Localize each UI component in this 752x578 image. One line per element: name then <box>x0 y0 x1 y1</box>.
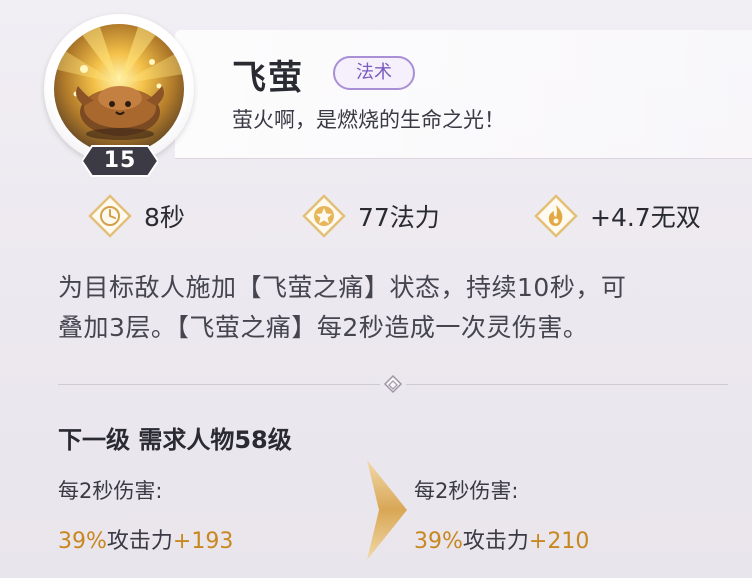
next-effect-value: 39%攻击力+210 <box>414 523 589 555</box>
skill-description: 为目标敌人施加【飞萤之痛】状态，持续10秒，可 叠加3层。【飞萤之痛】每2秒造成… <box>58 268 738 348</box>
next-percent: 39% <box>414 529 463 554</box>
mana-value: 77法力 <box>358 203 440 232</box>
diamond-icon <box>380 372 406 398</box>
skill-subtitle: 萤火啊，是燃烧的生命之光！ <box>232 108 505 132</box>
description-line: 为目标敌人施加【飞萤之痛】状态，持续10秒，可 <box>58 273 627 302</box>
bonus-value: +4.7无双 <box>590 203 701 232</box>
description-line: 叠加3层。【飞萤之痛】每2秒造成一次灵伤害。 <box>58 313 589 342</box>
next-effect-label: 每2秒伤害: <box>414 479 519 503</box>
stat-mana: 77法力 <box>302 192 492 240</box>
firefly-creature-icon <box>54 24 184 154</box>
level-number: 15 <box>103 148 137 173</box>
stat-cooldown: 8秒 <box>88 192 248 240</box>
next-plus: +210 <box>528 529 590 554</box>
current-effect-label: 每2秒伤害: <box>58 479 163 503</box>
current-stat-name: 攻击力 <box>106 529 173 554</box>
next-level-effect: 每2秒伤害: 39%攻击力+210 <box>414 475 589 555</box>
next-level-title: 下一级 需求人物58级 <box>58 426 292 454</box>
skill-name: 飞萤 <box>232 58 304 98</box>
next-stat-name: 攻击力 <box>462 529 529 554</box>
skill-detail-card: 15 飞萤 法术 萤火啊，是燃烧的生命之光！ 8秒 77法力 +4.7无双 为目… <box>0 0 752 578</box>
flame-icon <box>534 194 578 238</box>
current-percent: 39% <box>58 529 107 554</box>
star-icon <box>302 194 346 238</box>
current-plus: +193 <box>172 529 234 554</box>
current-effect-value: 39%攻击力+193 <box>58 523 233 555</box>
level-badge: 15 <box>80 144 160 178</box>
chevron-right-icon <box>365 458 409 562</box>
skill-type-tag: 法术 <box>333 56 415 90</box>
clock-icon <box>88 194 132 238</box>
stat-bonus: +4.7无双 <box>534 192 734 240</box>
current-level-effect: 每2秒伤害: 39%攻击力+193 <box>58 475 233 555</box>
cooldown-value: 8秒 <box>144 203 185 232</box>
skill-avatar: 15 <box>44 14 200 177</box>
